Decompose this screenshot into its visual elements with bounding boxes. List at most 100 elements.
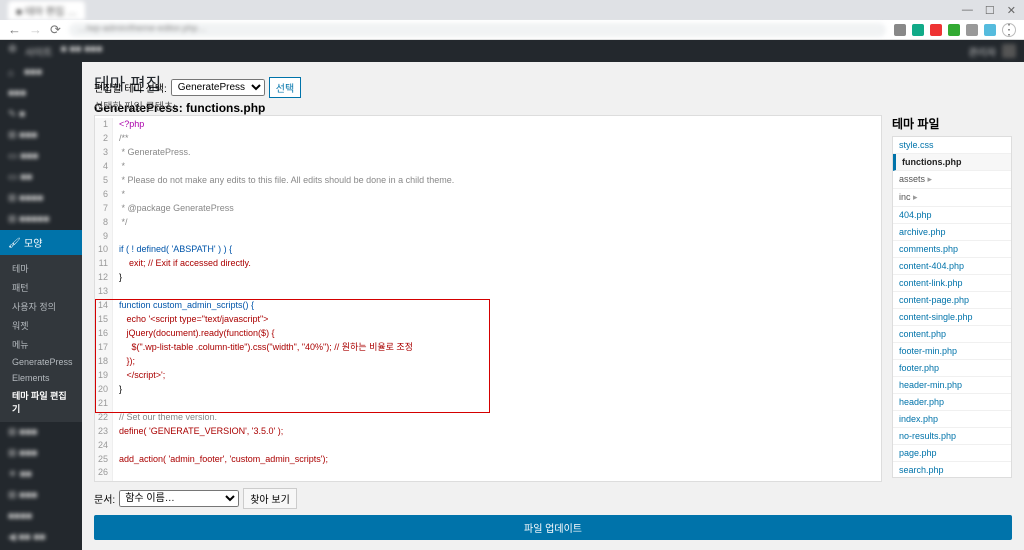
sidebar-item[interactable]: ⊞ ■■■■■	[0, 209, 82, 230]
file-item[interactable]: page.php	[893, 445, 1011, 462]
code-line[interactable]: 3 * GeneratePress.	[95, 146, 881, 160]
sidebar-item[interactable]: ■■■■	[0, 506, 82, 527]
docs-select[interactable]: 함수 이름…	[119, 490, 239, 507]
code-line[interactable]: 14function custom_admin_scripts() {	[95, 299, 881, 313]
submenu-widgets[interactable]: 워젯	[0, 316, 82, 335]
code-line[interactable]: 23define( 'GENERATE_VERSION', '3.5.0' );	[95, 425, 881, 439]
code-line[interactable]: 13	[95, 285, 881, 299]
code-line[interactable]: 5 * Please do not make any edits to this…	[95, 174, 881, 188]
code-editor[interactable]: 1<?php2/**3 * GeneratePress.4 *5 * Pleas…	[94, 115, 882, 482]
browser-nav: ← → ⟳ …/wp-admin/theme-editor.php… ⋮	[0, 20, 1024, 40]
nav-reload[interactable]: ⟳	[50, 22, 61, 38]
file-item[interactable]: content-page.php	[893, 292, 1011, 309]
window-minimize[interactable]: —	[962, 4, 973, 17]
code-line[interactable]: 17 $(".wp-list-table .column-title").css…	[95, 341, 881, 355]
brush-icon: 🖌	[8, 238, 18, 248]
file-update-button[interactable]: 파일 업데이트	[94, 515, 1012, 540]
code-line[interactable]: 12}	[95, 271, 881, 285]
file-item[interactable]: content-single.php	[893, 309, 1011, 326]
file-item[interactable]: functions.php	[893, 154, 1011, 171]
browser-tab-bar: ■ 테마 편집 … — ☐ ✕	[0, 0, 1024, 20]
code-line[interactable]: 25add_action( 'admin_footer', 'custom_ad…	[95, 453, 881, 467]
nav-forward: →	[29, 22, 42, 37]
url-bar[interactable]: …/wp-admin/theme-editor.php…	[69, 23, 886, 37]
theme-select[interactable]: GeneratePress	[171, 79, 265, 96]
docs-lookup-button[interactable]: 찾아 보기	[243, 488, 297, 509]
code-line[interactable]: 20}	[95, 383, 881, 397]
window-close[interactable]: ✕	[1007, 4, 1016, 17]
browser-tab[interactable]: ■ 테마 편집 …	[8, 1, 85, 20]
submenu-themes[interactable]: 테마	[0, 259, 82, 278]
extension-icon[interactable]	[984, 24, 996, 36]
sidebar-item[interactable]: ✎ ■	[0, 104, 82, 125]
sidebar-item[interactable]: ▭ ■■	[0, 167, 82, 188]
sidebar-item[interactable]: ■■■	[0, 83, 82, 104]
submenu-theme-editor[interactable]: 테마 파일 편집기	[0, 386, 82, 418]
code-line[interactable]: 15 echo '<script type="text/javascript">	[95, 313, 881, 327]
sidebar-item[interactable]: ⊞ ■■■	[0, 125, 82, 146]
submenu-customize[interactable]: 사용자 정의	[0, 297, 82, 316]
submenu-generatepress[interactable]: GeneratePress	[0, 354, 82, 370]
sidebar-item[interactable]: ⊞ ■■■	[0, 443, 82, 464]
code-line[interactable]: 22// Set our theme version.	[95, 411, 881, 425]
file-item[interactable]: no-results.php	[893, 428, 1011, 445]
file-list-title: 테마 파일	[892, 115, 1012, 132]
browser-menu-icon[interactable]: ⋮	[1002, 23, 1016, 37]
code-line[interactable]: 6 *	[95, 188, 881, 202]
code-line[interactable]: 4 *	[95, 160, 881, 174]
code-line[interactable]: 9	[95, 230, 881, 244]
submenu-patterns[interactable]: 패턴	[0, 278, 82, 297]
code-line[interactable]: 1<?php	[95, 118, 881, 132]
nav-back[interactable]: ←	[8, 22, 21, 37]
sidebar-item-label: 모양	[24, 235, 42, 250]
code-line[interactable]: 27	[95, 480, 881, 482]
code-line[interactable]: 19 </script>';	[95, 369, 881, 383]
file-item[interactable]: comments.php	[893, 241, 1011, 258]
code-line[interactable]: 26	[95, 466, 881, 480]
file-item[interactable]: index.php	[893, 411, 1011, 428]
file-item[interactable]: assets	[893, 171, 1011, 189]
code-line[interactable]: 7 * @package GeneratePress	[95, 202, 881, 216]
code-line[interactable]: 18 });	[95, 355, 881, 369]
wp-content: 테마 편집 GeneratePress: functions.php 편집할 테…	[82, 40, 1024, 550]
file-item[interactable]: search.php	[893, 462, 1011, 478]
sidebar-item-appearance[interactable]: 🖌 모양	[0, 230, 82, 255]
code-line[interactable]: 11 exit; // Exit if accessed directly.	[95, 257, 881, 271]
file-item[interactable]: content.php	[893, 326, 1011, 343]
sidebar-item[interactable]: ☀ ■■	[0, 464, 82, 485]
window-maximize[interactable]: ☐	[985, 4, 995, 17]
sidebar-item[interactable]: ⊞ ■■■■	[0, 188, 82, 209]
file-item[interactable]: content-404.php	[893, 258, 1011, 275]
sidebar-item[interactable]: ⌂ ■■■	[0, 62, 82, 83]
sidebar-item[interactable]: ▭ ■■■	[0, 146, 82, 167]
code-line[interactable]: 24	[95, 439, 881, 453]
file-item[interactable]: archive.php	[893, 224, 1011, 241]
file-item[interactable]: style.css	[893, 137, 1011, 154]
wp-admin-bar: ⚙사이트■ ■■ ■■■ 관리자	[0, 40, 1024, 62]
code-line[interactable]: 10if ( ! defined( 'ABSPATH' ) ) {	[95, 243, 881, 257]
sidebar-item[interactable]: ◀ ■■ ■■	[0, 527, 82, 548]
code-line[interactable]: 16 jQuery(document).ready(function($) {	[95, 327, 881, 341]
file-item[interactable]: header.php	[893, 394, 1011, 411]
theme-select-button[interactable]: 선택	[269, 77, 301, 98]
docs-label: 문서:	[94, 491, 115, 506]
file-item[interactable]: header-min.php	[893, 377, 1011, 394]
file-item[interactable]: content-link.php	[893, 275, 1011, 292]
selected-file-label: 선택한 파일 콘텐츠:	[94, 98, 1012, 113]
extension-icon[interactable]	[912, 24, 924, 36]
code-line[interactable]: 2/**	[95, 132, 881, 146]
file-item[interactable]: 404.php	[893, 207, 1011, 224]
file-item[interactable]: inc	[893, 189, 1011, 207]
sidebar-item[interactable]: ⊞ ■■■	[0, 422, 82, 443]
submenu-elements[interactable]: Elements	[0, 370, 82, 386]
file-item[interactable]: footer.php	[893, 360, 1011, 377]
code-line[interactable]: 21	[95, 397, 881, 411]
extension-icon[interactable]	[966, 24, 978, 36]
extension-icon[interactable]	[894, 24, 906, 36]
extension-icon[interactable]	[948, 24, 960, 36]
file-item[interactable]: footer-min.php	[893, 343, 1011, 360]
submenu-menus[interactable]: 메뉴	[0, 335, 82, 354]
extension-icon[interactable]	[930, 24, 942, 36]
code-line[interactable]: 8 */	[95, 216, 881, 230]
sidebar-item[interactable]: ⊞ ■■■	[0, 485, 82, 506]
